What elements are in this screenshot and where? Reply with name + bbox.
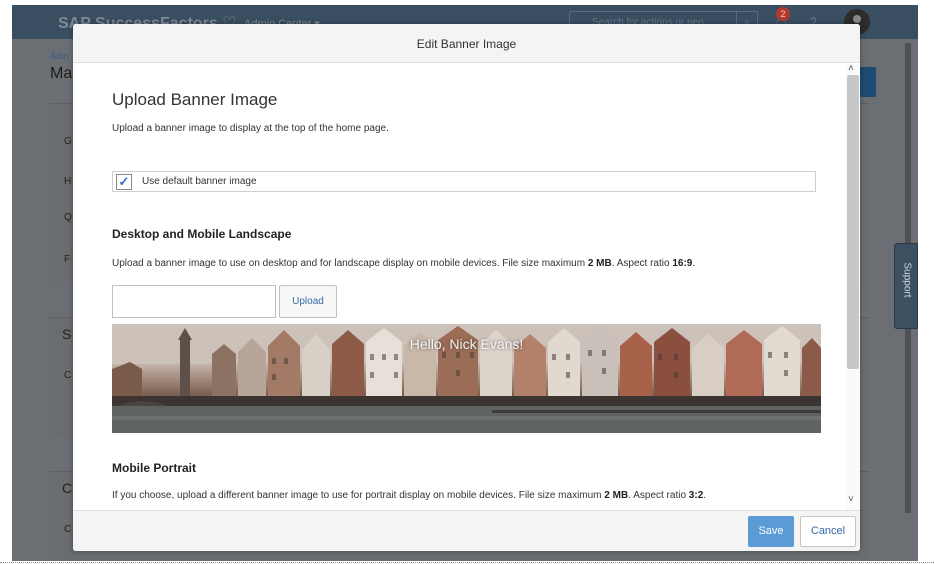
card-row-label: G [64,136,72,147]
portrait-aspect-ratio: 3:2 [688,490,704,501]
portrait-heading: Mobile Portrait [112,461,197,475]
save-button[interactable]: Save [748,516,794,547]
notification-badge: 2 [776,7,790,21]
desktop-aspect-prefix: . Aspect ratio [611,258,673,269]
card-row-label: C [64,524,72,535]
portrait-suffix: . [703,490,707,501]
banner-greeting: Hello, Nick Evans! [409,336,524,352]
portrait-description-text: If you choose, upload a different banner… [112,490,605,501]
use-default-label[interactable]: Use default banner image [142,176,257,187]
dialog-footer: Save Cancel [73,510,860,551]
desktop-description-text: Upload a banner image to use on desktop … [112,258,588,269]
card-header: C [62,480,73,496]
card-row-label: Q [64,212,72,223]
section-description: Upload a banner image to display at the … [112,123,389,134]
chevron-down-icon[interactable]: ˅ [848,494,854,505]
desktop-heading: Desktop and Mobile Landscape [112,227,292,241]
desktop-max-size: 2 MB [587,258,612,269]
portrait-aspect-prefix: . Aspect ratio [628,490,689,501]
use-default-row[interactable]: ✓ Use default banner image [112,171,816,192]
page-action-button[interactable] [858,67,876,97]
desktop-aspect-ratio: 16:9 [672,258,693,269]
card-row-label: C [64,370,72,381]
card-row-label: H [64,176,72,187]
banner-preview-image: Hello, Nick Evans! [112,324,821,433]
section-title: Upload Banner Image [112,90,278,109]
chevron-up-icon[interactable]: ˄ [848,64,854,74]
cancel-button[interactable]: Cancel [800,516,856,547]
desktop-suffix: . [692,258,696,269]
card-header: S [62,326,72,342]
desktop-description: Upload a banner image to use on desktop … [112,258,695,269]
support-label: Support [901,262,913,298]
edit-banner-dialog: Edit Banner Image Upload Banner Image Up… [73,24,860,551]
dialog-header: Edit Banner Image [73,24,860,63]
portrait-max-size: 2 MB [604,490,629,501]
card-row-label: F [64,254,71,265]
breadcrumb[interactable]: Adm [50,51,69,61]
dialog-scrollbar[interactable]: ˄ ˅ [846,64,860,510]
support-tab[interactable]: Support [894,243,918,329]
page-title: Ma [50,65,73,82]
dialog-title: Edit Banner Image [416,37,517,51]
dotted-divider [0,562,934,563]
portrait-description: If you choose, upload a different banner… [112,490,706,501]
upload-file-input[interactable] [112,285,276,318]
use-default-checkbox[interactable]: ✓ [116,174,132,190]
dialog-content: Upload Banner Image Upload a banner imag… [73,64,860,510]
upload-button[interactable]: Upload [279,285,337,318]
scrollbar-thumb[interactable] [847,75,859,369]
